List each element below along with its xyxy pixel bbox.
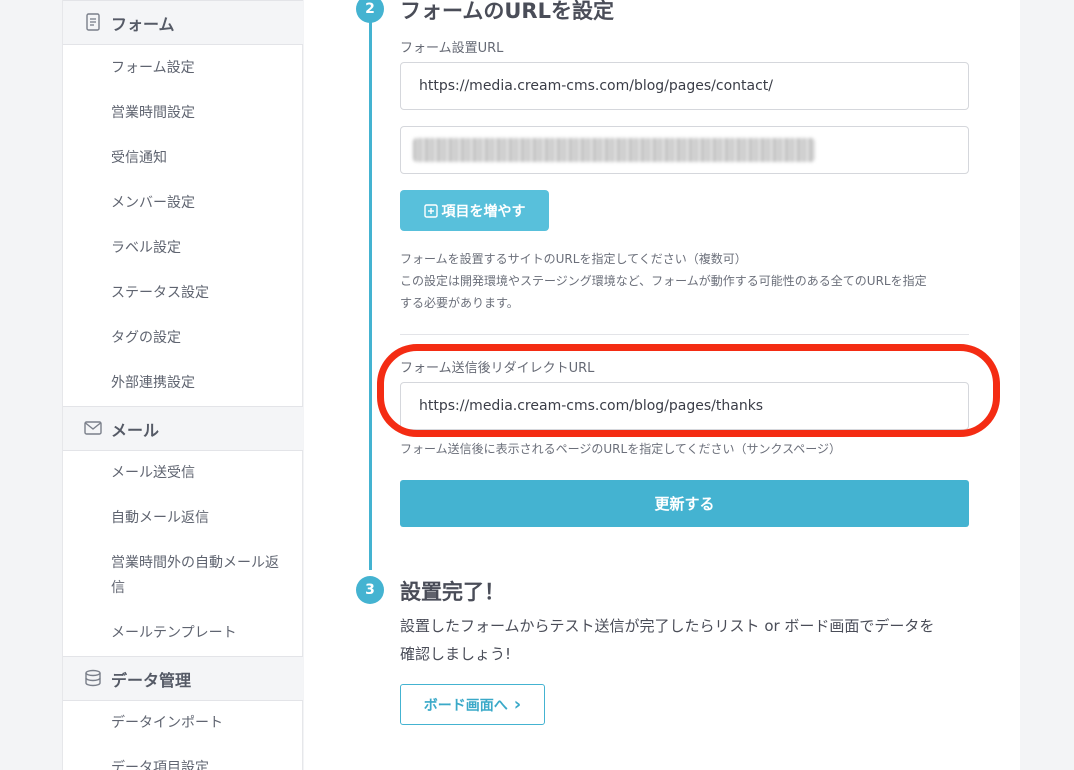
sidebar-section-form[interactable]: フォーム: [63, 0, 303, 45]
board-view-label: ボード画面へ: [423, 697, 508, 714]
step-3-title: 設置完了！: [400, 580, 505, 604]
sidebar-item-data-fields[interactable]: データ項目設定: [111, 756, 291, 770]
step-2-badge: 2: [356, 0, 384, 23]
sidebar-item-tags[interactable]: タグの設定: [111, 326, 291, 351]
mail-icon: [84, 421, 102, 435]
form-url-help: フォームを設置するサイトのURLを指定してください（複数可） この設定は開発環境…: [400, 248, 975, 314]
add-item-label: 項目を増やす: [441, 203, 526, 220]
sidebar-item-auto-reply[interactable]: 自動メール返信: [111, 506, 291, 531]
sidebar-item-notifications[interactable]: 受信通知: [111, 146, 291, 171]
sidebar-item-after-hours-reply[interactable]: 営業時間外の自動メール返信: [111, 551, 281, 601]
document-icon: [86, 13, 100, 31]
sidebar-item-members[interactable]: メンバー設定: [111, 191, 291, 216]
sidebar-section-mail[interactable]: メール: [63, 406, 303, 451]
database-icon: [85, 669, 101, 687]
form-url-input-2[interactable]: [400, 126, 969, 174]
sidebar-section-label: フォーム: [111, 14, 175, 34]
sidebar-item-labels[interactable]: ラベル設定: [111, 236, 291, 261]
description-line: 確認しましょう!: [400, 645, 512, 663]
red-highlight-annotation: [377, 344, 1000, 437]
help-line: この設定は開発環境やステージング環境など、フォームが動作する可能性のある全てのU…: [400, 274, 927, 288]
chevron-right-icon: ›: [513, 693, 522, 715]
step-connector-line: [369, 22, 372, 570]
sidebar-section-label: データ管理: [111, 670, 192, 690]
form-url-input[interactable]: https://media.cream-cms.com/blog/pages/c…: [400, 62, 969, 110]
section-divider: [400, 334, 969, 335]
redirect-url-help: フォーム送信後に表示されるページのURLを指定してください（サンクスページ）: [400, 442, 842, 456]
sidebar-section-data[interactable]: データ管理: [63, 656, 303, 701]
help-line: する必要があります。: [400, 296, 519, 310]
update-button[interactable]: 更新する: [400, 480, 969, 527]
form-url-label: フォーム設置URL: [400, 41, 504, 56]
sidebar-item-form-settings[interactable]: フォーム設定: [111, 56, 291, 81]
step-3-badge: 3: [356, 576, 384, 604]
sidebar-item-data-import[interactable]: データインポート: [111, 711, 291, 736]
sidebar-item-status[interactable]: ステータス設定: [111, 281, 291, 306]
main-panel: 2 フォームのURLを設定 フォーム設置URL https://media.cr…: [304, 0, 1020, 770]
add-item-button[interactable]: 項目を増やす: [400, 190, 549, 231]
sidebar-item-mail-inbox[interactable]: メール送受信: [111, 461, 291, 486]
sidebar-item-integrations[interactable]: 外部連携設定: [111, 371, 291, 396]
help-line: フォームを設置するサイトのURLを指定してください（複数可）: [400, 252, 747, 266]
sidebar-section-label: メール: [111, 420, 160, 440]
board-view-button[interactable]: ボード画面へ ›: [400, 684, 545, 725]
description-line: 設置したフォームからテスト送信が完了したらリスト or ボード画面でデータを: [400, 617, 935, 635]
blurred-url-value: [413, 138, 815, 162]
sidebar: フォーム フォーム設定 営業時間設定 受信通知 メンバー設定 ラベル設定 ステー…: [62, 0, 303, 770]
sidebar-item-mail-templates[interactable]: メールテンプレート: [111, 621, 291, 646]
plus-square-icon: [423, 203, 438, 218]
sidebar-item-business-hours[interactable]: 営業時間設定: [111, 101, 291, 126]
step-3-description: 設置したフォームからテスト送信が完了したらリスト or ボード画面でデータを 確…: [400, 612, 975, 668]
step-2-title: フォームのURLを設定: [400, 0, 614, 23]
